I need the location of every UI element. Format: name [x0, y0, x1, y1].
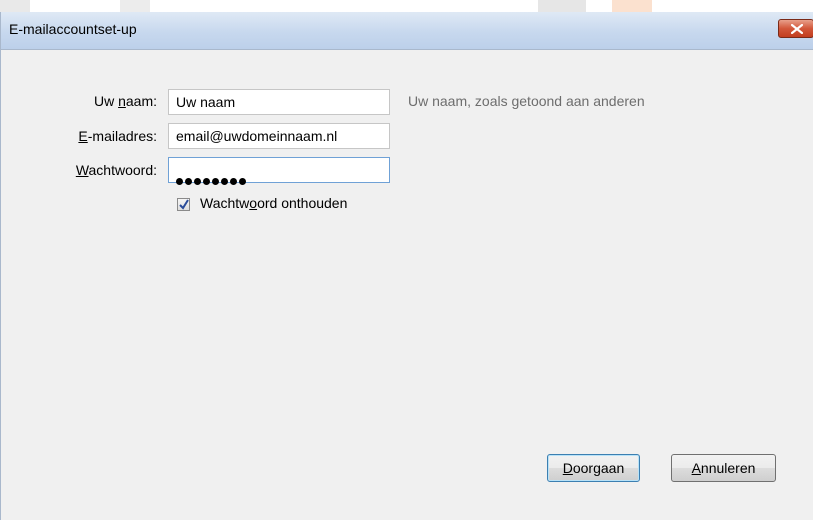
- continue-label: oorgaan: [572, 460, 625, 476]
- password-field[interactable]: [168, 157, 390, 185]
- password-dot: [212, 178, 219, 185]
- password-label-text-rest: achtwoord:: [88, 162, 157, 178]
- remember-label-text: Wachtw: [200, 195, 250, 211]
- background-window-strip: [0, 0, 813, 12]
- password-dot: [221, 178, 228, 185]
- background-block: [120, 0, 150, 12]
- close-icon: [791, 24, 803, 34]
- password-dot: [203, 178, 210, 185]
- email-label: E-mailadres:: [17, 128, 157, 144]
- password-dot: [194, 178, 201, 185]
- dialog-title: E-mailaccountset-up: [9, 21, 137, 37]
- password-label-accesskey: W: [75, 162, 89, 178]
- password-dot: [176, 178, 183, 185]
- email-label-text-rest: -mailadres:: [87, 128, 157, 144]
- remember-password-checkbox[interactable]: [177, 198, 190, 211]
- checkmark-icon: [179, 199, 189, 210]
- remember-label-accesskey: o: [249, 195, 258, 211]
- cancel-accesskey: A: [691, 460, 701, 476]
- password-dot: [230, 178, 237, 185]
- remember-password-label[interactable]: Wachtwoord onthouden: [200, 195, 347, 211]
- password-dot: [185, 178, 192, 185]
- email-label-accesskey: E: [78, 128, 88, 144]
- name-field[interactable]: Uw naam: [168, 89, 390, 115]
- background-block: [0, 0, 30, 12]
- close-button[interactable]: [778, 19, 813, 38]
- continue-accesskey: D: [562, 460, 573, 476]
- email-field-value: email@uwdomeinnaam.nl: [176, 128, 338, 144]
- email-account-setup-dialog: E-mailaccountset-up Uw naam: Uw naam Uw …: [0, 12, 813, 520]
- name-hint: Uw naam, zoals getoond aan anderen: [408, 93, 645, 109]
- name-label: Uw naam:: [17, 93, 157, 109]
- name-label-accesskey: n: [118, 93, 126, 109]
- password-label: Wachtwoord:: [17, 162, 157, 178]
- name-label-text: Uw: [93, 93, 119, 109]
- email-field[interactable]: email@uwdomeinnaam.nl: [168, 123, 390, 149]
- name-field-value: Uw naam: [176, 94, 236, 110]
- password-dot: [239, 178, 246, 185]
- title-bar: E-mailaccountset-up: [1, 12, 813, 50]
- cancel-button[interactable]: Annuleren: [671, 454, 776, 482]
- background-block: [612, 0, 652, 12]
- continue-button[interactable]: Doorgaan: [547, 454, 640, 482]
- name-label-text-rest: aam:: [125, 93, 157, 109]
- background-block: [538, 0, 586, 12]
- cancel-label: nnuleren: [700, 460, 756, 476]
- remember-label-text-rest: ord onthouden: [257, 195, 348, 211]
- password-mask: [176, 168, 248, 192]
